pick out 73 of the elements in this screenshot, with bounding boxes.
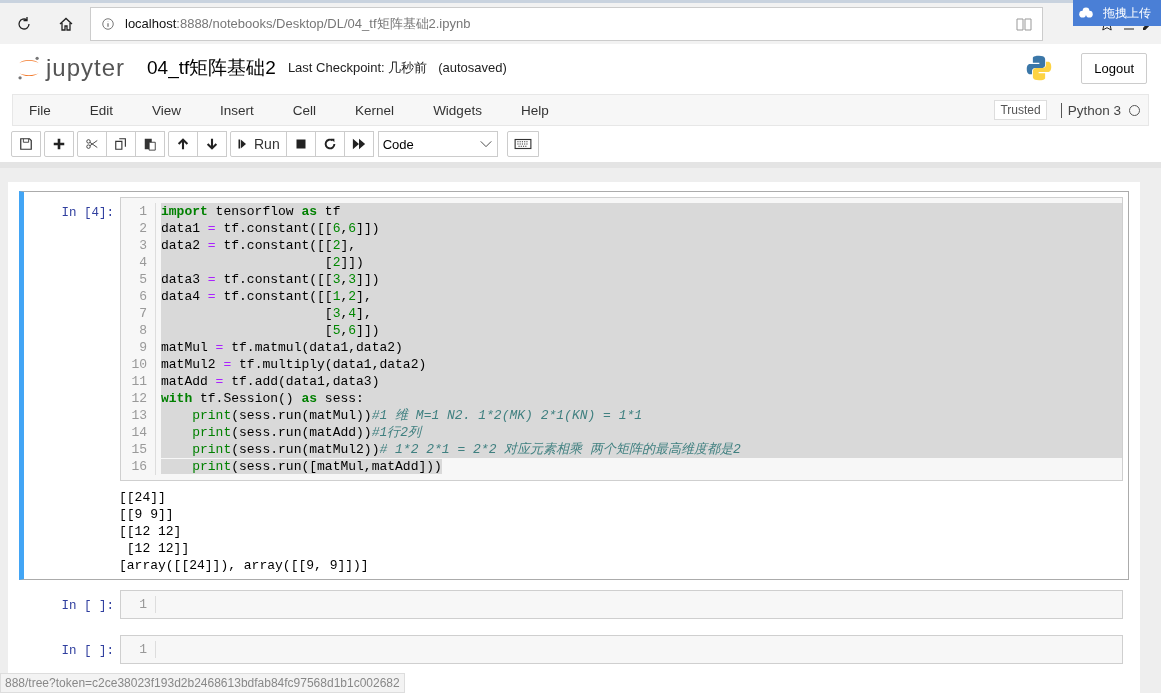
menu-item[interactable]: Help xyxy=(520,102,569,118)
move-down-button[interactable] xyxy=(197,131,227,157)
paste-icon xyxy=(143,137,157,151)
restart-icon xyxy=(322,137,337,151)
notebook-cell[interactable]: In [ ]: 1 xyxy=(19,629,1129,670)
notebook-cell[interactable] xyxy=(19,191,1129,580)
reload-icon xyxy=(16,15,32,32)
save-icon xyxy=(19,137,33,151)
jupyter-logo-icon xyxy=(16,55,42,81)
line-number: 3 xyxy=(139,238,147,253)
checkpoint-status: Last Checkpoint: 几秒前 (autosaved) xyxy=(287,59,507,77)
python-logo-icon xyxy=(1025,54,1054,82)
status-url: 888/tree?token=c2ce38023f193d2b2468613bdfab84fc97568d1b1c002682 xyxy=(0,673,405,693)
line-number: 11 xyxy=(131,374,147,389)
menu-item[interactable]: Kernel xyxy=(355,102,415,118)
move-up-button[interactable] xyxy=(168,131,198,157)
book-icon xyxy=(1016,15,1032,32)
line-number: 1 xyxy=(139,204,147,219)
line-number: 7 xyxy=(139,306,147,321)
line-number: 1 xyxy=(139,642,147,657)
keyboard-button[interactable] xyxy=(506,131,539,157)
address-bar[interactable]: localhost:8888/notebooks/Desktop/DL/04_tf矩阵基础2.ipynb xyxy=(90,6,1043,41)
notebook-cell[interactable]: In [ ]: 1 xyxy=(19,584,1129,625)
menu-item[interactable]: Edit xyxy=(89,102,134,118)
line-number: 12 xyxy=(131,391,147,406)
cell-output: [[24]] [[9 9]] [[12 12] [12 12]] [array([[24]]), array([[9, 9]])] xyxy=(118,489,370,574)
cut-button[interactable] xyxy=(77,131,107,157)
paste-button[interactable] xyxy=(135,131,165,157)
menu-item[interactable]: Insert xyxy=(220,102,274,118)
restart-button[interactable] xyxy=(314,131,345,157)
save-button[interactable] xyxy=(11,131,41,157)
scissors-icon xyxy=(85,137,99,151)
line-number: 10 xyxy=(131,357,147,372)
copy-icon xyxy=(114,137,128,151)
line-number: 2 xyxy=(139,221,147,236)
trusted-indicator[interactable]: Trusted xyxy=(994,100,1047,120)
insert-cell-button[interactable] xyxy=(44,131,74,157)
line-number: 15 xyxy=(131,442,147,457)
menu-item[interactable]: File xyxy=(29,102,71,118)
line-number: 6 xyxy=(139,289,147,304)
line-number: 14 xyxy=(131,425,147,440)
input-prompt: In [4]: xyxy=(61,206,114,220)
arrow-up-icon xyxy=(176,137,190,151)
menu-item[interactable]: View xyxy=(152,102,202,118)
line-number: 16 xyxy=(131,459,147,474)
menu-item[interactable]: Widgets xyxy=(433,102,502,118)
line-number: 4 xyxy=(139,255,147,270)
plus-icon xyxy=(52,137,66,151)
copy-button[interactable] xyxy=(106,131,136,157)
stop-icon xyxy=(294,138,307,150)
line-number: 1 xyxy=(139,597,147,612)
upload-extension-button[interactable]: 拖拽上传 xyxy=(1073,0,1161,26)
info-icon xyxy=(101,16,115,31)
input-prompt: In [ ]: xyxy=(61,599,114,613)
fast-forward-icon xyxy=(351,137,366,151)
cell-type-dropdown[interactable]: Code xyxy=(377,131,498,157)
line-number: 5 xyxy=(139,272,147,287)
kernel-name: Python 3 xyxy=(1067,102,1121,118)
stop-button[interactable] xyxy=(285,131,316,157)
code-line: print(sess.run([matMul,matAdd])) xyxy=(161,458,1122,475)
line-number: 8 xyxy=(139,323,147,338)
arrow-down-icon xyxy=(205,137,219,151)
run-button[interactable]: Run xyxy=(230,131,287,157)
menu-item[interactable]: Cell xyxy=(292,102,337,118)
home-icon xyxy=(58,15,74,32)
code-editor[interactable] xyxy=(120,197,1123,481)
line-number: 9 xyxy=(139,340,147,355)
jupyter-logo-text: jupyter xyxy=(46,54,126,82)
logout-button[interactable]: Logout xyxy=(1081,52,1147,84)
fast-forward-button[interactable] xyxy=(343,131,374,157)
notebook-title[interactable]: 04_tf矩阵基础2 xyxy=(147,55,276,81)
line-number: 13 xyxy=(131,408,147,423)
input-prompt: In [ ]: xyxy=(61,644,114,658)
